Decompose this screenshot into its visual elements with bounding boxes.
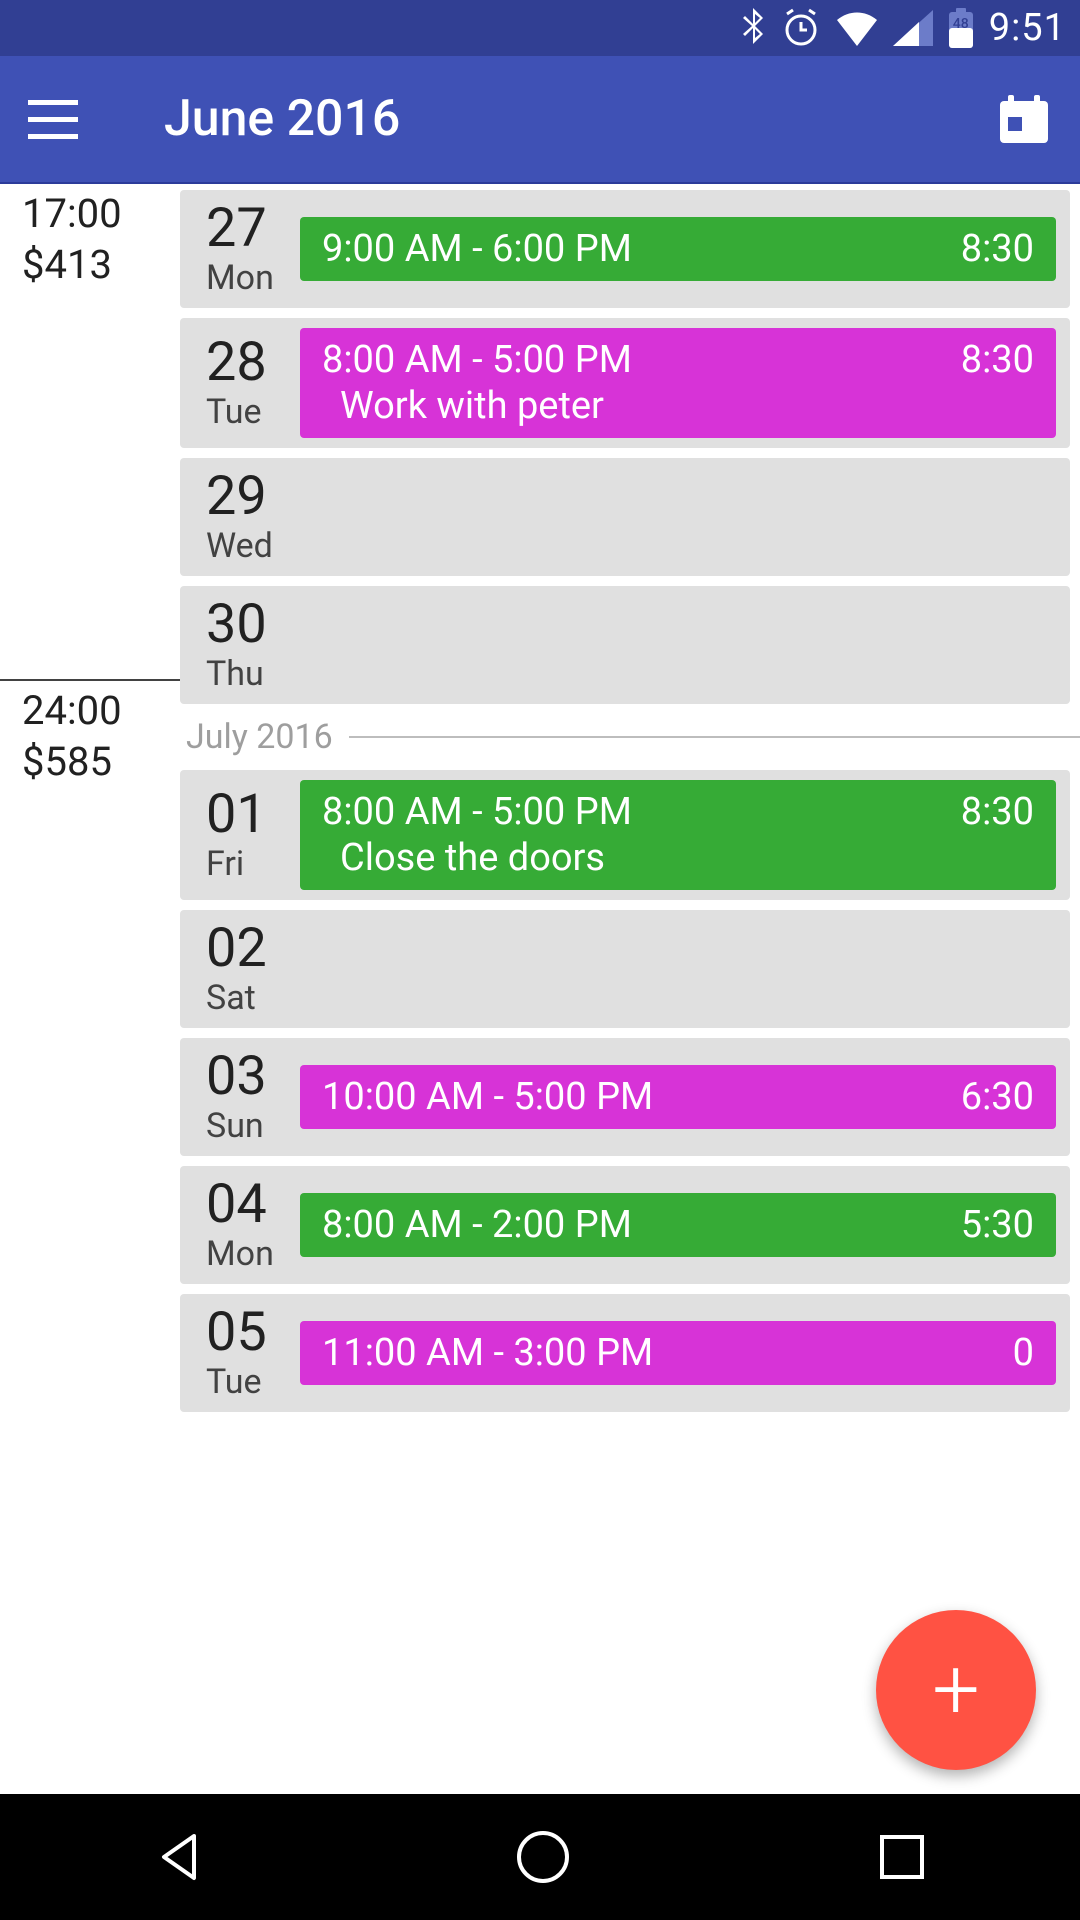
day-row[interactable]: 05 Tue 11:00 AM - 3:00 PM 0 xyxy=(180,1294,1070,1412)
event-note: Work with peter xyxy=(322,384,1034,428)
alarm-icon xyxy=(781,8,821,48)
page-title[interactable]: June 2016 xyxy=(164,90,996,148)
divider-line xyxy=(349,736,1080,738)
event-block[interactable]: 10:00 AM - 5:00 PM 6:30 xyxy=(300,1065,1056,1129)
day-weekday: Wed xyxy=(206,526,300,566)
day-number: 28 xyxy=(206,336,300,390)
day-weekday: Tue xyxy=(206,1362,300,1402)
day-row[interactable]: 28 Tue 8:00 AM - 5:00 PM 8:30 Work with … xyxy=(180,318,1070,448)
event-duration: 8:30 xyxy=(961,790,1034,834)
month-separator: July 2016 xyxy=(180,714,1080,760)
agenda-content: 17:00 $413 24:00 $585 27 Mon 9:00 AM - 6… xyxy=(0,184,1080,1794)
summary-amount: $413 xyxy=(22,241,180,288)
event-block[interactable]: 8:00 AM - 2:00 PM 5:30 xyxy=(300,1193,1056,1257)
day-row[interactable]: 29 Wed xyxy=(180,458,1070,576)
day-list[interactable]: 27 Mon 9:00 AM - 6:00 PM 8:30 28 Tue xyxy=(180,184,1080,1422)
add-button[interactable]: + xyxy=(876,1610,1036,1770)
event-block[interactable]: 9:00 AM - 6:00 PM 8:30 xyxy=(300,217,1056,281)
event-time: 9:00 AM - 6:00 PM xyxy=(322,227,632,271)
day-weekday: Fri xyxy=(206,844,300,884)
day-date: 29 Wed xyxy=(180,468,300,566)
event-duration: 6:30 xyxy=(961,1075,1034,1119)
day-number: 27 xyxy=(206,202,300,256)
event-block[interactable]: 8:00 AM - 5:00 PM 8:30 Work with peter xyxy=(300,328,1056,438)
summary-hours: 17:00 xyxy=(22,190,180,237)
day-number: 04 xyxy=(206,1178,300,1232)
day-weekday: Sat xyxy=(206,978,300,1018)
summary-hours: 24:00 xyxy=(22,687,180,734)
day-row[interactable]: 04 Mon 8:00 AM - 2:00 PM 5:30 xyxy=(180,1166,1070,1284)
app-bar: June 2016 xyxy=(0,56,1080,184)
event-duration: 8:30 xyxy=(961,338,1034,382)
status-bar: 48 9:51 xyxy=(0,0,1080,56)
event-duration: 0 xyxy=(1013,1331,1034,1375)
day-date: 03 Sun xyxy=(180,1048,300,1146)
bluetooth-icon xyxy=(739,8,767,48)
day-weekday: Mon xyxy=(206,1234,300,1274)
day-row[interactable]: 03 Sun 10:00 AM - 5:00 PM 6:30 xyxy=(180,1038,1070,1156)
event-time: 10:00 AM - 5:00 PM xyxy=(322,1075,653,1119)
today-icon[interactable] xyxy=(996,91,1052,147)
system-nav-bar xyxy=(0,1794,1080,1920)
day-number: 05 xyxy=(206,1306,300,1360)
recent-apps-icon[interactable] xyxy=(878,1833,926,1881)
day-date: 04 Mon xyxy=(180,1176,300,1274)
summary-amount: $585 xyxy=(22,738,180,785)
day-date: 05 Tue xyxy=(180,1304,300,1402)
event-note: Close the doors xyxy=(322,836,1034,880)
cell-signal-icon xyxy=(893,10,933,46)
day-row[interactable]: 27 Mon 9:00 AM - 6:00 PM 8:30 xyxy=(180,190,1070,308)
wifi-icon xyxy=(835,10,879,46)
day-date: 27 Mon xyxy=(180,200,300,298)
day-row[interactable]: 01 Fri 8:00 AM - 5:00 PM 8:30 Close the … xyxy=(180,770,1070,900)
event-time: 8:00 AM - 2:00 PM xyxy=(322,1203,632,1247)
menu-icon[interactable] xyxy=(28,87,92,151)
home-icon[interactable] xyxy=(515,1829,571,1885)
battery-label: 48 xyxy=(947,16,975,32)
day-number: 30 xyxy=(206,598,300,652)
event-time: 8:00 AM - 5:00 PM xyxy=(322,790,632,834)
event-duration: 8:30 xyxy=(961,227,1034,271)
day-number: 29 xyxy=(206,470,300,524)
day-weekday: Mon xyxy=(206,258,300,298)
day-weekday: Tue xyxy=(206,392,300,432)
day-number: 02 xyxy=(206,922,300,976)
event-duration: 5:30 xyxy=(961,1203,1034,1247)
day-date: 01 Fri xyxy=(180,780,300,890)
month-label: July 2016 xyxy=(186,717,333,757)
day-weekday: Thu xyxy=(206,654,300,694)
plus-icon: + xyxy=(932,1648,979,1732)
battery-icon: 48 xyxy=(947,8,975,48)
summary-sidebar: 17:00 $413 24:00 $585 xyxy=(0,184,180,785)
day-weekday: Sun xyxy=(206,1106,300,1146)
day-number: 03 xyxy=(206,1050,300,1104)
status-time: 9:51 xyxy=(989,6,1066,50)
day-date: 02 Sat xyxy=(180,920,300,1018)
day-row[interactable]: 02 Sat xyxy=(180,910,1070,1028)
event-time: 11:00 AM - 3:00 PM xyxy=(322,1331,653,1375)
day-row[interactable]: 30 Thu xyxy=(180,586,1070,704)
day-date: 30 Thu xyxy=(180,596,300,694)
event-time: 8:00 AM - 5:00 PM xyxy=(322,338,632,382)
event-block[interactable]: 11:00 AM - 3:00 PM 0 xyxy=(300,1321,1056,1385)
event-block[interactable]: 8:00 AM - 5:00 PM 8:30 Close the doors xyxy=(300,780,1056,890)
day-number: 01 xyxy=(206,788,300,842)
day-date: 28 Tue xyxy=(180,328,300,438)
back-icon[interactable] xyxy=(154,1830,208,1884)
